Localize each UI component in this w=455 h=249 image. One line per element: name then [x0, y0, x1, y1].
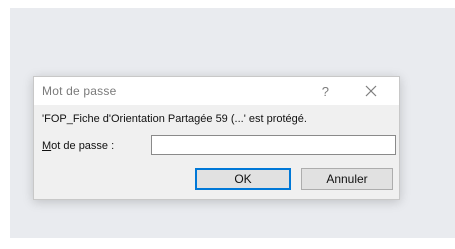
- password-label-accelerator: M: [42, 140, 52, 152]
- close-icon: [365, 85, 377, 97]
- protection-message: 'FOP_Fiche d'Orientation Partagée 59 (..…: [42, 113, 307, 125]
- dialog-title-bar: Mot de passe ?: [34, 77, 399, 105]
- password-dialog: Mot de passe ? 'FOP_Fiche d'Orientation …: [33, 76, 400, 200]
- help-button[interactable]: ?: [322, 84, 329, 99]
- close-button[interactable]: [361, 81, 381, 101]
- password-label: Mot de passe :: [42, 140, 114, 152]
- password-input[interactable]: [151, 135, 396, 155]
- dialog-title: Mot de passe: [42, 84, 117, 98]
- cancel-button[interactable]: Annuler: [301, 168, 393, 190]
- password-label-text: ot de passe :: [51, 140, 115, 152]
- ok-button[interactable]: OK: [195, 168, 291, 190]
